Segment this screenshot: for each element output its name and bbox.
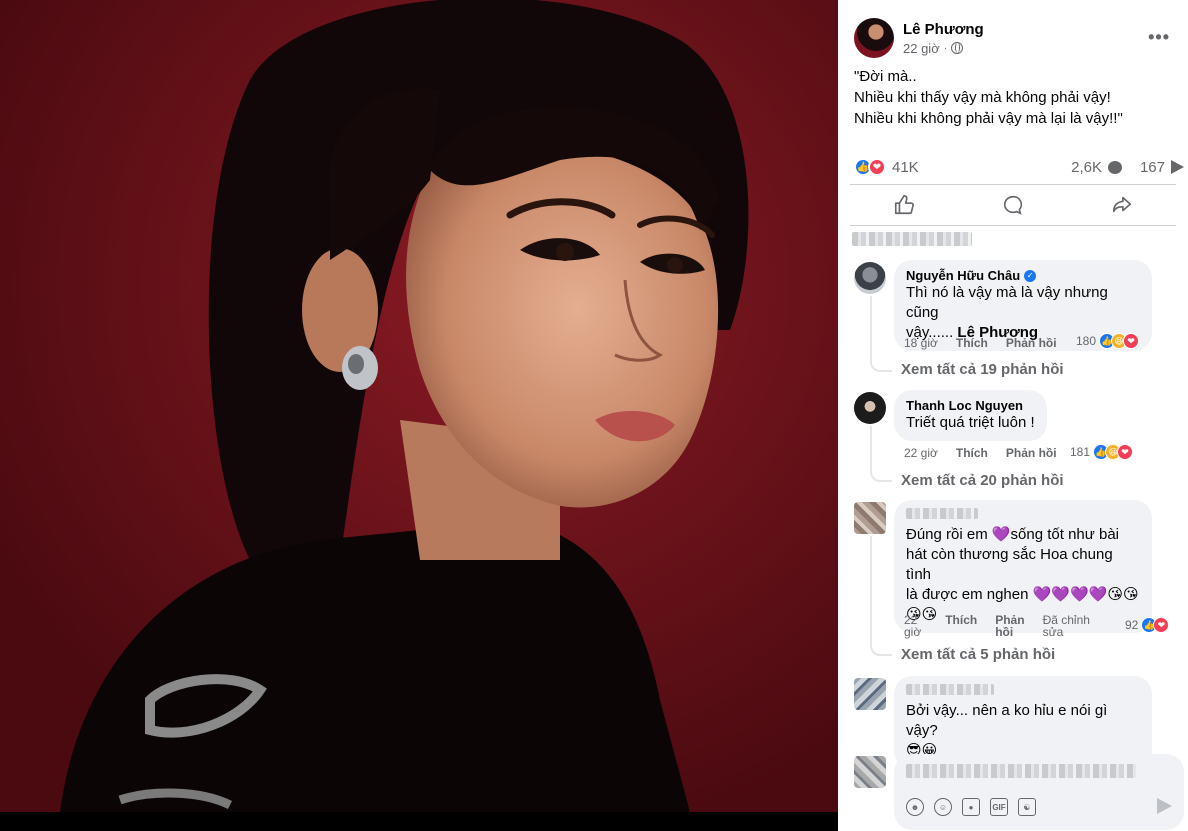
- commenter-avatar-blurred[interactable]: [854, 678, 886, 710]
- comment-text: Bởi vậy... nên a ko hỉu e nói gì vậy? 😎😀: [906, 702, 1108, 759]
- like-icon: [895, 195, 915, 215]
- post-meta: 22 giờ ·: [903, 41, 984, 56]
- emoji-icon[interactable]: ☺: [934, 798, 952, 816]
- comment-composer: ☻ ☺ ● GIF ☯: [854, 754, 1184, 830]
- comment-actions: 18 giờ Thích Phản hồi: [904, 336, 1057, 350]
- reactions-count[interactable]: 41K: [892, 159, 919, 176]
- view-replies-link[interactable]: Xem tất cả 19 phản hồi: [901, 361, 1064, 378]
- reactions-row: 👍 ❤ 41K 2,6K 167: [854, 156, 1184, 178]
- love-reaction-icon: ❤: [1117, 444, 1134, 460]
- comment-time[interactable]: 22 giờ: [904, 614, 921, 638]
- commenter-avatar[interactable]: [854, 392, 886, 424]
- share-button[interactable]: [1067, 185, 1176, 225]
- post-sidebar: Lê Phương 22 giờ · ••• "Đời mà.. Nhiều k…: [838, 0, 1188, 831]
- post-text-line: "Đời mà..: [854, 68, 917, 85]
- comment-bubble: Thanh Loc Nguyen Triết quá triệt luôn !: [894, 390, 1047, 441]
- engagement-counts: 2,6K 167: [1071, 159, 1184, 176]
- commenter-avatar-blurred[interactable]: [854, 502, 886, 534]
- more-icon[interactable]: •••: [1148, 28, 1170, 46]
- comment-time[interactable]: 22 giờ: [904, 446, 938, 460]
- view-replies-link[interactable]: Xem tất cả 5 phản hồi: [901, 646, 1055, 663]
- share-icon: [1112, 196, 1131, 213]
- portrait-illustration: [0, 0, 838, 812]
- comment-actions: 22 giờ Thích Phản hồi Đã chỉnh sửa: [904, 614, 1090, 638]
- author-block: Lê Phương 22 giờ ·: [903, 21, 984, 56]
- post-header: Lê Phương 22 giờ ·: [854, 18, 1184, 58]
- commenter-name[interactable]: Thanh Loc Nguyen: [906, 398, 1035, 413]
- thread-line: [870, 536, 892, 656]
- comment-text: Triết quá triệt luôn !: [906, 414, 1035, 431]
- like-comment-button[interactable]: Thích: [956, 446, 988, 460]
- like-comment-button[interactable]: Thích: [956, 336, 988, 350]
- photo-bottom-bar: [0, 812, 838, 831]
- scrollbar[interactable]: [1184, 0, 1188, 831]
- reply-button[interactable]: Phản hồi: [1006, 336, 1057, 350]
- like-comment-button[interactable]: Thích: [945, 614, 977, 626]
- comment-icon: [1004, 195, 1023, 215]
- composer-icons: ☻ ☺ ● GIF ☯: [906, 798, 1036, 816]
- reply-button[interactable]: Phản hồi: [995, 614, 1024, 638]
- view-replies-link[interactable]: Xem tất cả 20 phản hồi: [901, 472, 1064, 489]
- post-text: "Đời mà.. Nhiều khi thấy vậy mà không ph…: [854, 66, 1174, 129]
- comment-time[interactable]: 18 giờ: [904, 336, 938, 350]
- comment-placeholder-blurred: [906, 764, 1136, 778]
- sticker-icon[interactable]: ☻: [906, 798, 924, 816]
- comment-reactions[interactable]: 92 👍 ❤: [1125, 617, 1170, 633]
- comment-sort-blurred[interactable]: [852, 232, 972, 251]
- commenter-name-blurred[interactable]: [906, 684, 1140, 695]
- author-avatar[interactable]: [854, 18, 894, 58]
- share-count-icon: [1171, 160, 1184, 174]
- globe-icon: [951, 42, 964, 54]
- commenter-name[interactable]: Nguyễn Hữu Châu ✓: [906, 268, 1140, 283]
- thread-line: [870, 296, 892, 372]
- thread-line: [870, 426, 892, 482]
- edited-label: Đã chỉnh sửa: [1042, 613, 1090, 639]
- post-time[interactable]: 22 giờ: [903, 41, 940, 56]
- commenter-avatar[interactable]: [854, 262, 886, 294]
- like-button[interactable]: [850, 185, 959, 225]
- commenter-name-blurred[interactable]: [906, 508, 1140, 519]
- shares-count[interactable]: 167: [1140, 159, 1165, 176]
- love-reaction-icon: ❤: [1123, 333, 1140, 349]
- reply-button[interactable]: Phản hồi: [1006, 446, 1057, 460]
- comment-actions: 22 giờ Thích Phản hồi: [904, 446, 1057, 460]
- verified-badge-icon: ✓: [1024, 269, 1037, 282]
- camera-icon[interactable]: ●: [962, 798, 980, 816]
- comments-count[interactable]: 2,6K: [1071, 159, 1102, 176]
- post-photo[interactable]: [0, 0, 838, 812]
- comment-react-count: 181: [1070, 445, 1091, 459]
- comment-react-count: 180: [1076, 334, 1097, 348]
- comment-text: Đúng rồi em 💜sống tốt như bài hát còn th…: [906, 526, 1139, 623]
- comment-reactions[interactable]: 180 👍 😆 ❤: [1076, 333, 1140, 349]
- my-avatar-blurred[interactable]: [854, 756, 886, 788]
- post-text-line: Nhiều khi không phải vậy mà lại là vậy!!…: [854, 110, 1123, 127]
- comment-count-icon: [1107, 160, 1122, 174]
- author-name[interactable]: Lê Phương: [903, 21, 984, 38]
- post-text-line: Nhiều khi thấy vậy mà không phải vậy!: [854, 89, 1111, 106]
- comment-reactions[interactable]: 181 👍 😆 ❤: [1070, 444, 1134, 460]
- comment-input[interactable]: ☻ ☺ ● GIF ☯: [894, 754, 1184, 830]
- comment-react-count: 92: [1125, 618, 1139, 632]
- comment-button[interactable]: [959, 185, 1068, 225]
- love-reaction-icon[interactable]: ❤: [868, 158, 886, 176]
- love-reaction-icon: ❤: [1153, 617, 1170, 633]
- avatar-sticker-icon[interactable]: ☯: [1018, 798, 1036, 816]
- gif-icon[interactable]: GIF: [990, 798, 1008, 816]
- action-bar: [850, 184, 1176, 226]
- send-icon[interactable]: [1157, 798, 1172, 814]
